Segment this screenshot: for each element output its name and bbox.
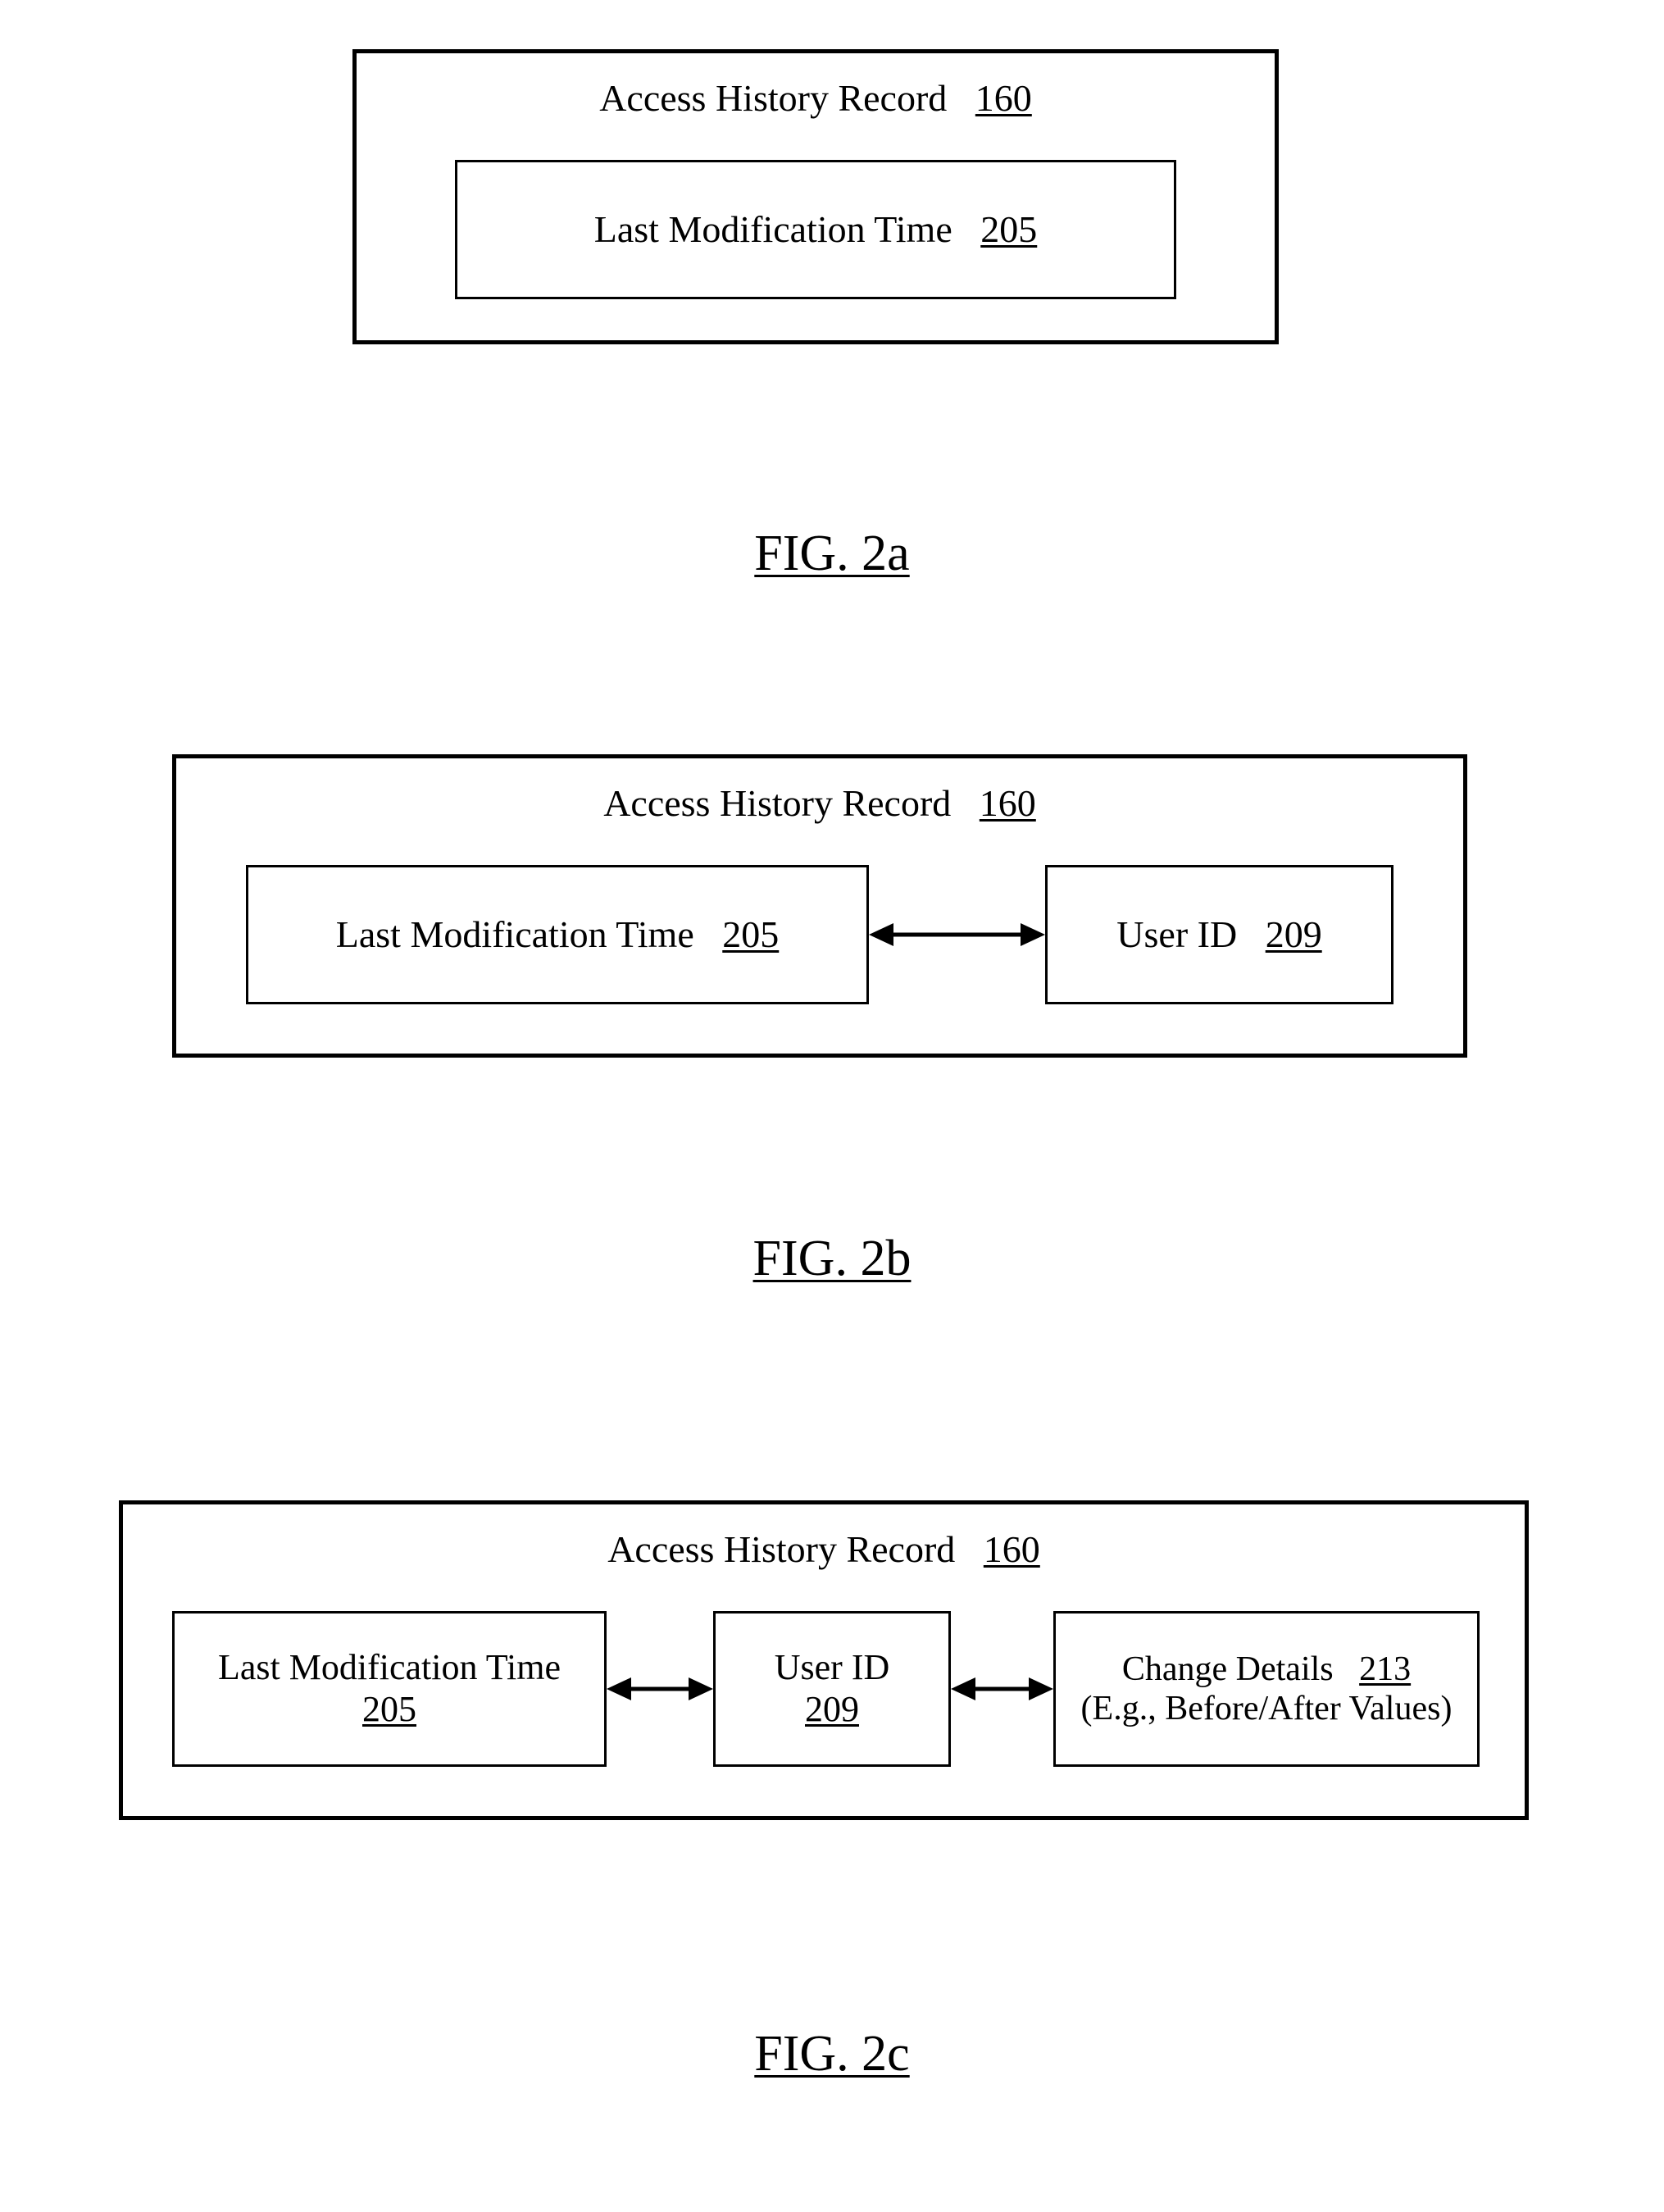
fig2b-lmt-box: Last Modification Time 205: [246, 865, 869, 1004]
fig2a-record-box: Access History Record 160 Last Modificat…: [352, 49, 1279, 344]
uid-ref-text: 209: [805, 1689, 859, 1729]
fig2c-record-title: Access History Record 160: [123, 1527, 1525, 1571]
fig2c-caption: FIG. 2c: [0, 2025, 1664, 2083]
uid-label-text: User ID: [775, 1647, 890, 1687]
lmt-ref-text: 205: [980, 208, 1037, 250]
lmt-label-text: Last Modification Time: [336, 913, 694, 955]
cd-ref-text: 213: [1359, 1650, 1411, 1688]
record-label-text: Access History Record: [607, 1528, 955, 1570]
cd-label-text: Change Details: [1122, 1650, 1334, 1688]
lmt-label-text: Last Modification Time: [218, 1647, 561, 1687]
fig2b-record-title: Access History Record 160: [176, 781, 1463, 825]
fig2a-record-title: Access History Record 160: [357, 76, 1275, 120]
fig2a-lmt-box: Last Modification Time 205: [455, 160, 1176, 299]
lmt-ref-text: 205: [362, 1689, 416, 1729]
fig2c-arrow-2: [951, 1673, 1053, 1705]
fig2b-uid-box: User ID 209: [1045, 865, 1393, 1004]
fig2c-lmt-box: Last Modification Time 205: [172, 1611, 607, 1767]
lmt-ref-text: 205: [722, 913, 779, 955]
record-label-text: Access History Record: [603, 782, 951, 824]
record-ref-text: 160: [984, 1528, 1040, 1570]
fig2b-double-arrow: [869, 918, 1045, 951]
fig2b-caption: FIG. 2b: [0, 1230, 1664, 1288]
fig2a-caption: FIG. 2a: [0, 525, 1664, 583]
record-ref-text: 160: [975, 77, 1032, 119]
uid-ref-text: 209: [1266, 913, 1322, 955]
fig2c-uid-box: User ID 209: [713, 1611, 951, 1767]
record-label-text: Access History Record: [599, 77, 947, 119]
fig2c-cd-box: Change Details 213 (E.g., Before/After V…: [1053, 1611, 1480, 1767]
cd-example-text: (E.g., Before/After Values): [1081, 1690, 1453, 1727]
uid-label-text: User ID: [1116, 913, 1237, 955]
fig2b-record-box: Access History Record 160 Last Modificat…: [172, 754, 1467, 1058]
record-ref-text: 160: [980, 782, 1036, 824]
fig2c-record-box: Access History Record 160 Last Modificat…: [119, 1500, 1529, 1820]
fig2c-arrow-1: [607, 1673, 713, 1705]
lmt-label-text: Last Modification Time: [594, 208, 952, 250]
